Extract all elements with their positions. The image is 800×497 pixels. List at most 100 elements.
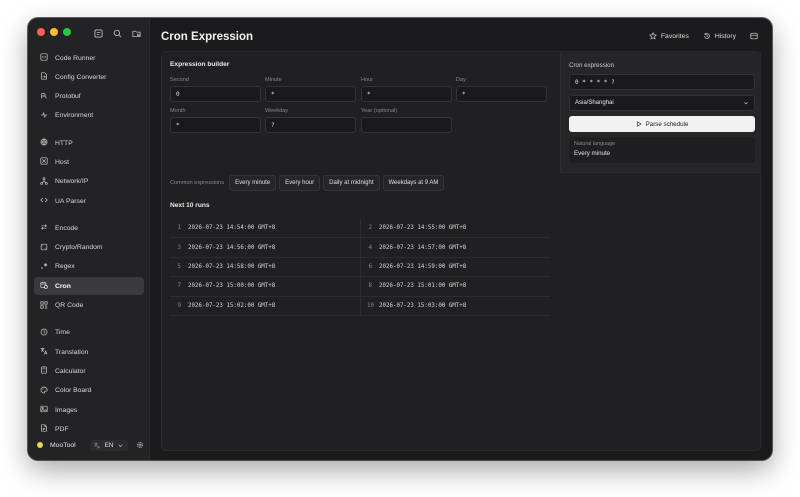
palette-icon: [40, 386, 48, 396]
sidebar-item-network-ip[interactable]: Network/IP: [34, 173, 144, 191]
sidebar-item-config-converter[interactable]: Config Converter: [34, 68, 144, 86]
run-cell: 1 2026-07-23 14:54:00 GMT+8: [170, 219, 360, 237]
weekday-input[interactable]: ?: [265, 117, 356, 133]
cron-content: Expression builder Second 0 Minute * Hou…: [161, 51, 761, 451]
weekday-label: Weekday: [265, 108, 289, 114]
year-input[interactable]: [361, 117, 452, 133]
natural-language-label: Natural language: [574, 141, 616, 147]
sidebar-item-label: Environment: [55, 112, 94, 120]
favorites-button[interactable]: Favorites: [648, 32, 689, 40]
code-icon: [40, 53, 48, 63]
preset-every-hour[interactable]: Every hour: [279, 175, 321, 191]
maximize-window-button[interactable]: [63, 28, 71, 36]
sidebar-item-translation[interactable]: Translation: [34, 343, 144, 361]
language-label: EN: [104, 441, 114, 449]
swap-icon: [40, 223, 48, 233]
environment-icon: [40, 111, 48, 121]
common-expressions-label: Common expressions: [170, 180, 225, 186]
run-time: 2026-07-23 14:54:00 GMT+8: [188, 225, 276, 232]
page-title: Cron Expression: [161, 31, 254, 43]
close-window-button[interactable]: [37, 28, 45, 36]
run-cell: 4 2026-07-23 14:57:00 GMT+8: [360, 238, 550, 257]
run-time: 2026-07-23 15:03:00 GMT+8: [379, 302, 467, 309]
table-row: 7 2026-07-23 15:00:00 GMT+8 8 2026-07-23 15…: [170, 277, 550, 297]
sidebar-item-protobuf[interactable]: Protobuf: [34, 88, 144, 106]
sidebar-item-color-board[interactable]: Color Board: [34, 382, 144, 400]
sidebar-item-label: UA Parser: [55, 197, 86, 205]
sidebar-item-host[interactable]: Host: [34, 153, 144, 171]
second-label: Second: [170, 77, 189, 83]
sidebar-item-environment[interactable]: Environment: [34, 107, 144, 125]
folder-settings-icon[interactable]: [132, 29, 141, 38]
search-icon[interactable]: [113, 29, 122, 38]
month-field: Month *: [170, 108, 261, 133]
minimize-window-button[interactable]: [50, 28, 58, 36]
sidebar-item-qr-code[interactable]: QR Code: [34, 297, 144, 315]
cron-expression-input[interactable]: 0 * * * * ?: [569, 74, 755, 90]
app-name: MooTool: [50, 441, 76, 449]
sidebar-item-ua-parser[interactable]: UA Parser: [34, 192, 144, 210]
run-time: 2026-07-23 14:55:00 GMT+8: [379, 225, 467, 232]
chevron-down-icon: [744, 102, 748, 105]
sidebar-item-calculator[interactable]: Calculator: [34, 362, 144, 380]
weekday-field: Weekday ?: [265, 108, 356, 133]
nav-divider: [34, 316, 144, 324]
sidebar-item-label: Cron: [55, 282, 71, 290]
day-input[interactable]: *: [456, 86, 547, 102]
sidebar-item-crypto-random[interactable]: Crypto/Random: [34, 239, 144, 257]
clock-icon: [40, 328, 48, 338]
qr-icon: [40, 301, 48, 311]
sidebar-item-label: Protobuf: [55, 93, 81, 101]
run-time: 2026-07-23 14:58:00 GMT+8: [188, 263, 276, 270]
hour-input[interactable]: *: [361, 86, 452, 102]
run-index: 9: [177, 302, 182, 309]
panel-toggle-button[interactable]: [750, 32, 758, 40]
window-controls: [37, 28, 71, 36]
language-select[interactable]: 文A EN: [89, 439, 129, 451]
timezone-value: Asia/Shanghai: [575, 100, 614, 106]
chevron-down-icon: [118, 444, 123, 447]
notes-icon[interactable]: [94, 29, 103, 38]
star-icon: [648, 32, 657, 40]
sidebar-item-code-runner[interactable]: Code Runner: [34, 49, 144, 67]
run-time: 2026-07-23 14:57:00 GMT+8: [379, 244, 467, 251]
sidebar-item-http[interactable]: HTTP: [34, 134, 144, 152]
run-cell: 2 2026-07-23 14:55:00 GMT+8: [360, 219, 550, 238]
sidebar-item-regex[interactable]: Regex: [34, 258, 144, 276]
year-label: Year (optional): [361, 108, 398, 114]
run-cell: 5 2026-07-23 14:58:00 GMT+8: [170, 258, 360, 276]
expression-builder: Expression builder: [170, 61, 550, 68]
sidebar-item-images[interactable]: Images: [34, 401, 144, 419]
gear-icon[interactable]: [136, 441, 144, 449]
dice-icon: [40, 243, 48, 253]
regex-icon: [40, 262, 48, 272]
panel-title: Cron expression: [569, 62, 615, 69]
run-index: 5: [177, 263, 182, 270]
second-input[interactable]: 0: [170, 86, 261, 102]
sidebar-item-label: Color Board: [55, 387, 92, 395]
sidebar-item-cron[interactable]: Cron: [34, 277, 144, 296]
sidebar-item-encode[interactable]: Encode: [34, 219, 144, 237]
history-button[interactable]: History: [703, 32, 736, 40]
run-cell: 6 2026-07-23 14:59:00 GMT+8: [360, 257, 550, 277]
convert-icon: [40, 72, 48, 82]
run-index: 1: [177, 225, 182, 232]
year-field: Year (optional): [361, 108, 452, 133]
preset-weekdays-9am[interactable]: Weekdays at 9 AM: [382, 175, 445, 191]
preset-daily-midnight[interactable]: Daily at midnight: [323, 175, 380, 191]
nav-divider: [34, 211, 144, 219]
preset-every-minute[interactable]: Every minute: [229, 175, 277, 191]
month-input[interactable]: *: [170, 117, 261, 133]
parse-schedule-button[interactable]: Parse schedule: [569, 116, 755, 132]
table-row: 5 2026-07-23 14:58:00 GMT+8 6 2026-07-23 14…: [170, 257, 550, 278]
sidebar-item-label: Host: [55, 158, 69, 166]
run-cell: 9 2026-07-23 15:02:00 GMT+8: [170, 297, 360, 315]
run-time: 2026-07-23 15:00:00 GMT+8: [188, 283, 276, 290]
timezone-select[interactable]: Asia/Shanghai: [569, 95, 755, 111]
run-cell: 10 2026-07-23 15:03:00 GMT+8: [360, 296, 550, 315]
minute-input[interactable]: *: [265, 86, 356, 102]
favorites-label: Favorites: [660, 32, 689, 40]
sidebar-item-label: Encode: [55, 224, 79, 232]
sidebar-item-time[interactable]: Time: [34, 324, 144, 342]
app-window: Code Runner Config Converter Protobuf Envir…: [28, 18, 772, 460]
